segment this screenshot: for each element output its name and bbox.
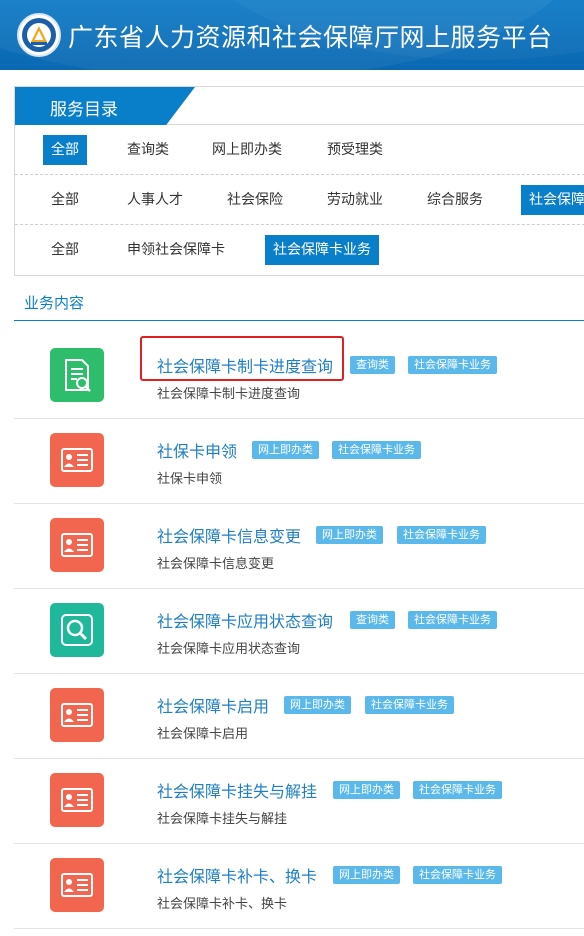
filter-category-personnel[interactable]: 人事人才 (119, 185, 191, 215)
service-category-tag: 社会保障卡业务 (408, 611, 497, 629)
emblem-logo-icon[interactable] (17, 13, 61, 57)
id-card-icon[interactable] (50, 773, 104, 827)
magnifier-icon[interactable] (50, 603, 104, 657)
filter-sub-card-business[interactable]: 社会保障卡业务 (265, 235, 379, 265)
catalog-header: 服务目录 (15, 87, 584, 125)
service-catalog: 服务目录 全部 查询类 网上即办类 预受理类 全部 人事人才 社会保险 劳动就业… (14, 86, 584, 276)
catalog-heading: 服务目录 (50, 100, 118, 120)
service-type-tag: 网上即办类 (333, 866, 400, 884)
site-header: 广东省人力资源和社会保障厅网上服务平台 (0, 0, 584, 70)
service-description: 社会保障卡信息变更 (157, 557, 275, 572)
service-item: 社会保障卡补卡、换卡 网上即办类 社会保障卡业务 社会保障卡补卡、换卡 (14, 844, 584, 929)
id-card-icon[interactable] (50, 858, 104, 912)
id-card-icon[interactable] (50, 688, 104, 742)
service-category-tag: 社会保障卡业务 (413, 866, 502, 884)
service-category-tag: 社会保障卡业务 (408, 356, 497, 374)
filter-type-all[interactable]: 全部 (43, 135, 87, 165)
highlight-box (140, 336, 344, 381)
service-item: 社保卡申领 网上即办类 社会保障卡业务 社保卡申领 (14, 419, 584, 504)
service-title[interactable]: 社保卡申领 (157, 438, 237, 462)
filter-category-integrated[interactable]: 综合服务 (419, 185, 491, 215)
service-item: 社会保障卡挂失与解挂 网上即办类 社会保障卡业务 社会保障卡挂失与解挂 (14, 759, 584, 844)
service-type-tag: 网上即办类 (333, 781, 400, 799)
service-item: 社会保障卡信息变更 网上即办类 社会保障卡业务 社会保障卡信息变更 (14, 504, 584, 589)
service-description: 社会保障卡应用状态查询 (157, 642, 301, 657)
filter-category-employment[interactable]: 劳动就业 (319, 185, 391, 215)
service-description: 社会保障卡制卡进度查询 (157, 387, 301, 402)
catalog-tab: 服务目录 (15, 87, 195, 125)
service-title[interactable]: 社会保障卡补卡、换卡 (157, 863, 317, 887)
service-category-tag: 社会保障卡业务 (397, 526, 486, 544)
service-type-tag: 查询类 (350, 356, 395, 374)
filter-sub-apply-card[interactable]: 申领社会保障卡 (119, 235, 233, 265)
service-type-tag: 网上即办类 (252, 441, 319, 459)
service-description: 社会保障卡补卡、换卡 (157, 897, 288, 912)
service-title[interactable]: 社会保障卡挂失与解挂 (157, 778, 317, 802)
service-item: 社会保障卡应用状态查询 查询类 社会保障卡业务 社会保障卡应用状态查询 (14, 589, 584, 674)
service-type-tag: 查询类 (350, 611, 395, 629)
filter-category-social-insurance[interactable]: 社会保险 (219, 185, 291, 215)
filter-row-category: 全部 人事人才 社会保险 劳动就业 综合服务 社会保障 (15, 175, 584, 225)
id-card-icon[interactable] (50, 518, 104, 572)
filter-type-query[interactable]: 查询类 (119, 135, 177, 165)
section-title: 业务内容 (24, 294, 85, 312)
service-type-tag: 网上即办类 (284, 696, 351, 714)
service-type-tag: 网上即办类 (316, 526, 383, 544)
filter-row-type: 全部 查询类 网上即办类 预受理类 (15, 125, 584, 175)
service-description: 社会保障卡启用 (157, 727, 249, 742)
filter-category-all[interactable]: 全部 (43, 185, 87, 215)
site-title[interactable]: 广东省人力资源和社会保障厅网上服务平台 (68, 18, 553, 54)
filter-type-online[interactable]: 网上即办类 (204, 135, 290, 165)
service-title[interactable]: 社会保障卡信息变更 (157, 523, 301, 547)
service-category-tag: 社会保障卡业务 (365, 696, 454, 714)
service-category-tag: 社会保障卡业务 (413, 781, 502, 799)
service-title[interactable]: 社会保障卡应用状态查询 (157, 608, 333, 632)
id-card-icon[interactable] (50, 433, 104, 487)
service-description: 社会保障卡挂失与解挂 (157, 812, 288, 827)
section-divider (14, 320, 584, 321)
filter-row-subcategory: 全部 申领社会保障卡 社会保障卡业务 (15, 225, 584, 275)
filter-sub-all[interactable]: 全部 (43, 235, 87, 265)
service-description: 社保卡申领 (157, 472, 223, 487)
document-search-icon[interactable] (50, 348, 104, 402)
filter-category-social-security[interactable]: 社会保障 (521, 185, 584, 215)
service-category-tag: 社会保障卡业务 (332, 441, 421, 459)
service-item: 社会保障卡启用 网上即办类 社会保障卡业务 社会保障卡启用 (14, 674, 584, 759)
filter-type-preaccept[interactable]: 预受理类 (319, 135, 391, 165)
service-title[interactable]: 社会保障卡启用 (157, 693, 269, 717)
